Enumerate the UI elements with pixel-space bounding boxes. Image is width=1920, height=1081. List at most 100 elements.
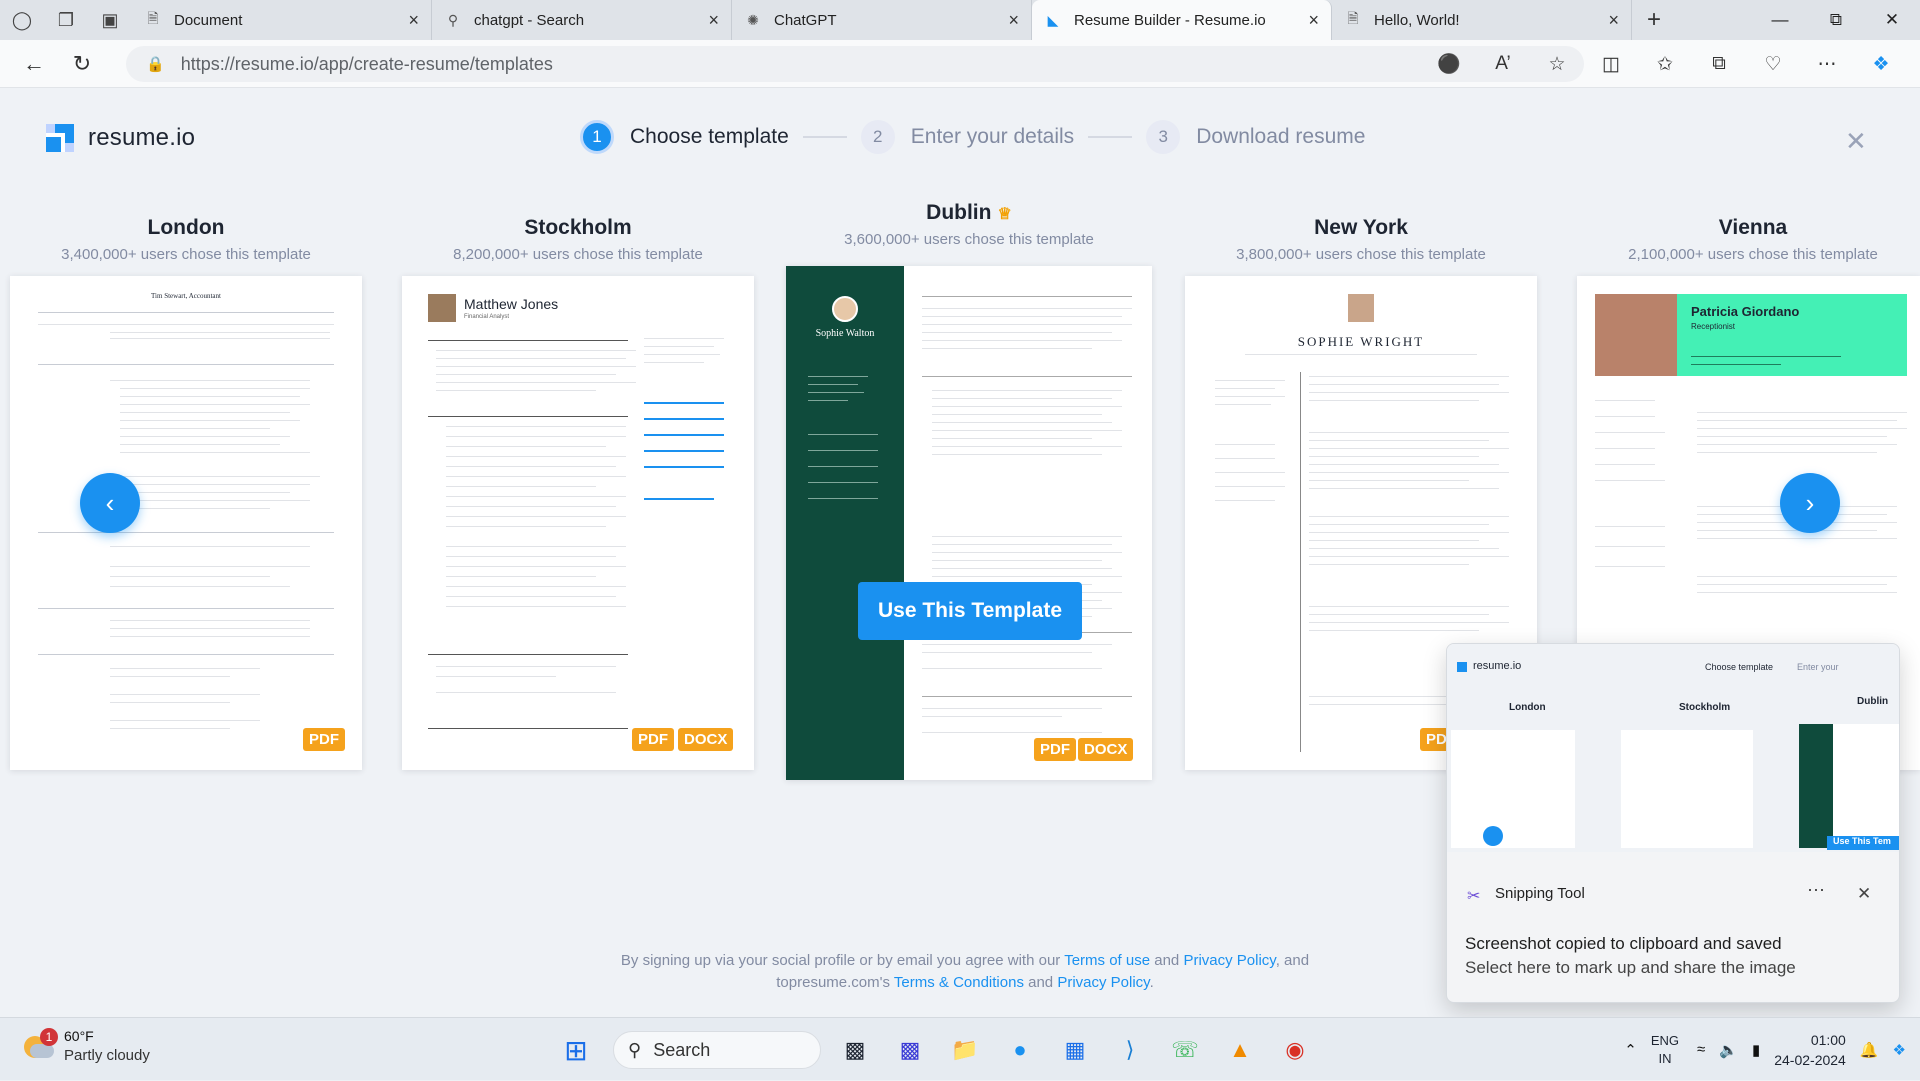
template-card-london[interactable]: Tim Stewart, Accountant PDF [10,276,362,770]
terms-of-use-link[interactable]: Terms of use [1064,952,1150,969]
battery-icon[interactable]: ▮ [1752,1041,1760,1059]
progress-steps: 1 Choose template 2 Enter your details 3 Do… [580,120,1365,154]
file-explorer-icon[interactable]: 📁 [939,1026,991,1074]
close-window-icon[interactable]: ✕ [1864,0,1920,40]
volume-icon[interactable]: 🔈 [1719,1041,1738,1059]
crown-icon: ♕ [997,206,1012,223]
workspaces-icon[interactable]: ❐ [44,0,88,40]
privacy-policy-link[interactable]: Privacy Policy [1183,952,1275,969]
close-icon[interactable]: ✕ [1845,126,1867,157]
template-card-stockholm[interactable]: Matthew Jones Financial Analyst PDF DOCX [402,276,754,770]
avatar [1595,294,1677,376]
template-heading-vienna: Vienna 2,100,000+ users chose this templ… [1628,216,1878,263]
template-heading-stockholm: Stockholm 8,200,000+ users chose this te… [453,216,703,263]
clock[interactable]: 01:00 24-02-2024 [1774,1030,1846,1070]
close-icon[interactable]: ✕ [1857,884,1871,904]
privacy-policy-link-2[interactable]: Privacy Policy [1057,974,1149,991]
avatar [832,296,858,322]
close-tab-icon[interactable]: × [1008,10,1019,31]
split-screen-icon[interactable]: ◫ [1584,53,1638,76]
dublin-sidebar: Sophie Walton [786,266,904,780]
snipping-tool-icon: ✂ [1467,888,1481,905]
whatsapp-icon[interactable]: ☏ [1159,1026,1211,1074]
shield-icon[interactable]: ⚫ [1422,52,1476,76]
format-badge: PDF [303,728,345,751]
edge-icon[interactable]: ● [994,1026,1046,1074]
weather-icon: 1 [22,1028,58,1062]
copilot-icon[interactable]: ❖ [1854,53,1908,76]
chrome-icon[interactable]: ◉ [1269,1026,1321,1074]
browser-tab[interactable]: ⚲ chatgpt - Search × [432,0,732,40]
task-view-icon[interactable]: ▩ [829,1026,881,1074]
refresh-icon[interactable]: ↻ [58,40,106,88]
use-template-button[interactable]: Use This Template [858,582,1082,640]
avatar [428,294,456,322]
favorites-icon[interactable]: ✩ [1638,53,1692,76]
next-template-button[interactable]: › [1780,473,1840,533]
store-icon[interactable]: ▦ [1049,1026,1101,1074]
url-field[interactable]: 🔒 https://resume.io/app/create-resume/te… [126,46,1584,82]
step-download: 3 Download resume [1146,120,1365,154]
close-tab-icon[interactable]: × [708,10,719,31]
step-choose-template: 1 Choose template [580,120,789,154]
close-tab-icon[interactable]: × [408,10,419,31]
close-tab-icon[interactable]: × [1308,10,1319,31]
minimize-icon[interactable]: — [1752,0,1808,40]
favorite-icon[interactable]: ☆ [1530,53,1584,76]
taskbar-search[interactable]: ⚲ Search [613,1031,821,1069]
wifi-icon[interactable]: ≈ [1697,1041,1705,1058]
template-heading-london: London 3,400,000+ users chose this templ… [61,216,311,263]
lock-icon[interactable]: 🔒 [146,55,165,73]
chevron-up-icon[interactable]: ⌃ [1624,1041,1637,1059]
browser-tab-active[interactable]: ◣ Resume Builder - Resume.io × [1032,0,1332,40]
template-card-dublin[interactable]: Sophie Walton PDF DOCX [786,266,1152,780]
new-tab-button[interactable]: + [1632,0,1676,40]
vlc-icon[interactable]: ▲ [1214,1026,1266,1074]
browser-tab[interactable]: ✺ ChatGPT × [732,0,1032,40]
maximize-icon[interactable]: ⧉ [1808,0,1864,40]
previous-template-button[interactable]: ‹ [80,473,140,533]
resumeio-icon: ◣ [1047,11,1059,28]
document-icon: 🗎 [147,10,159,26]
search-icon: ⚲ [628,1039,642,1060]
language-indicator[interactable]: ENG IN [1651,1032,1679,1068]
document-icon: 🗎 [1347,10,1359,26]
browser-tab[interactable]: 🗎 Hello, World! × [1332,0,1632,40]
back-icon[interactable]: ← [10,40,58,88]
chatgpt-icon: ✺ [747,11,759,28]
logo[interactable]: resume.io [46,124,195,152]
address-bar-row: ← ↻ 🔒 https://resume.io/app/create-resum… [0,40,1920,88]
collections-icon[interactable]: ⧉ [1692,53,1746,75]
start-icon[interactable]: ⊞ [550,1026,602,1074]
template-heading-newyork: New York 3,800,000+ users chose this tem… [1236,216,1486,263]
more-icon[interactable]: ⋯ [1800,53,1854,76]
close-tab-icon[interactable]: × [1608,10,1619,31]
browser-tab-bar: ◯ ❐ ▣ 🗎 Document × ⚲ chatgpt - Search × ✺ Cha… [0,0,1920,40]
format-badge: PDF [632,728,674,751]
snipping-tool-notification[interactable]: resume.io Choose template Enter your Lon… [1446,643,1900,1003]
step-enter-details: 2 Enter your details [860,120,1074,154]
terms-notice: By signing up via your social profile or… [620,952,1310,991]
more-icon[interactable]: ⋯ [1807,880,1825,901]
format-badge: PDF [1034,738,1076,761]
vscode-icon[interactable]: ⟩ [1104,1026,1156,1074]
format-badge: DOCX [1078,738,1134,761]
weather-widget[interactable]: 1 60°F Partly cloudy [22,1028,150,1064]
performance-icon[interactable]: ♡ [1746,53,1800,76]
search-icon: ⚲ [447,11,459,28]
terms-conditions-link[interactable]: Terms & Conditions [894,974,1024,991]
app-icon[interactable]: ▩ [884,1026,936,1074]
profile-icon[interactable]: ◯ [0,0,44,40]
resumeio-logo-icon [46,124,74,152]
screenshot-thumbnail[interactable]: resume.io Choose template Enter your Lon… [1447,644,1899,852]
read-aloud-icon[interactable]: A’ [1476,53,1530,75]
tab-actions-icon[interactable]: ▣ [88,0,132,40]
format-badge: DOCX [678,728,734,751]
template-heading-dublin: Dublin ♕ 3,600,000+ users chose this temp… [844,201,1094,248]
taskbar: 1 60°F Partly cloudy ⊞ ⚲ Search ▩ ▩ 📁 ● ▦… [0,1017,1920,1080]
avatar [1348,294,1374,322]
copilot-icon[interactable]: ❖ [1893,1041,1906,1059]
vienna-header: Patricia Giordano Receptionist [1677,294,1907,376]
browser-tab[interactable]: 🗎 Document × [132,0,432,40]
notification-bell-icon[interactable]: 🔔 [1860,1041,1879,1059]
